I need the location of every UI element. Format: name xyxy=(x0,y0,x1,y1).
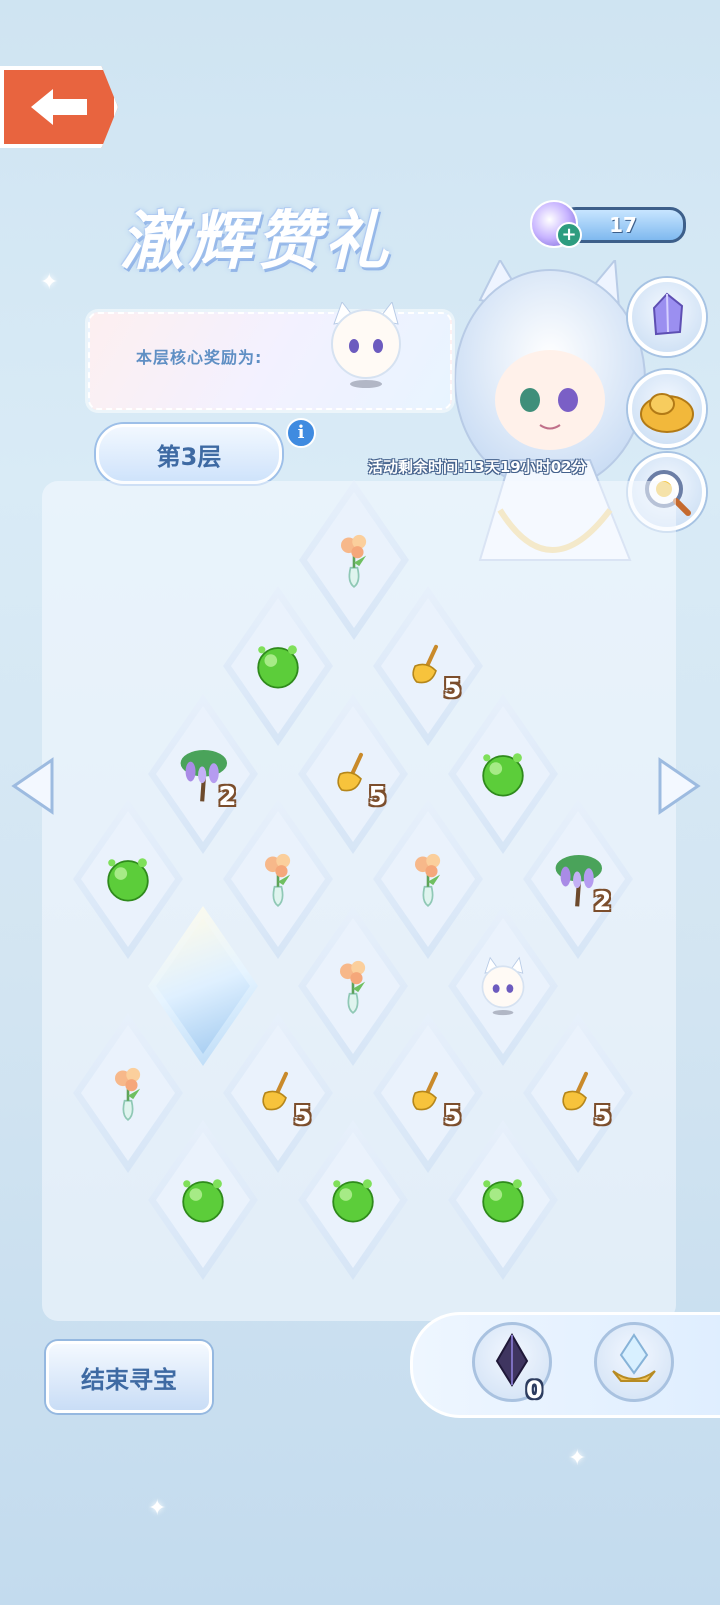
sparkle-decoration: ✦ xyxy=(148,1496,167,1521)
green-orb-icon xyxy=(248,636,308,696)
add-currency-icon[interactable]: + xyxy=(556,222,582,248)
cat-spirit-icon xyxy=(473,956,533,1016)
event-timer: 活动剩余时间:13天19小时02分 xyxy=(368,458,587,476)
crystal-shop-button[interactable] xyxy=(628,278,706,356)
flower-vase-icon xyxy=(248,849,308,909)
green-orb-icon xyxy=(323,1170,383,1230)
cat-spirit-reward-icon xyxy=(331,302,401,388)
tile-item-count: 5 xyxy=(593,1101,612,1131)
back-button[interactable] xyxy=(0,66,118,148)
sparkle-decoration: ✦ xyxy=(40,270,59,295)
prev-arrow-icon[interactable] xyxy=(10,756,56,816)
next-arrow-icon[interactable] xyxy=(656,756,702,816)
green-orb-icon xyxy=(173,1170,233,1230)
purple-crystal-icon xyxy=(652,292,684,336)
info-icon[interactable]: i xyxy=(286,418,316,448)
flower-vase-icon xyxy=(324,530,384,590)
tile-item-count: 2 xyxy=(593,887,612,917)
flower-vase-icon xyxy=(98,1063,158,1123)
floor-indicator[interactable]: 第3层 xyxy=(96,424,282,484)
end-treasure-hunt-button[interactable]: 结束寻宝 xyxy=(46,1341,212,1413)
flower-vase-icon xyxy=(398,849,458,909)
sparkle-decoration: ✦ xyxy=(568,1446,587,1471)
core-reward-label: 本层核心奖励为: xyxy=(136,348,263,367)
treasure-board: 5252555 xyxy=(42,480,676,1321)
green-orb-icon xyxy=(473,744,533,804)
event-title: 澈辉赞礼 xyxy=(120,204,392,279)
currency-counter[interactable]: 17 + xyxy=(530,200,686,248)
green-orb-icon xyxy=(473,1170,533,1230)
board-tile[interactable] xyxy=(448,1120,558,1280)
treasure-button[interactable] xyxy=(628,370,706,448)
flower-vase-icon xyxy=(323,956,383,1016)
gold-treasure-icon xyxy=(640,393,694,433)
board-tile[interactable] xyxy=(148,1120,258,1280)
light-crystal-icon xyxy=(612,1333,656,1382)
board-tile[interactable] xyxy=(298,1120,408,1280)
green-orb-icon xyxy=(98,849,158,909)
core-reward-panel: 本层核心奖励为: xyxy=(88,302,452,410)
dark-crystal-count: 0 xyxy=(526,1376,543,1404)
light-crystal-slot[interactable] xyxy=(594,1322,674,1402)
back-arrow-icon xyxy=(31,89,87,125)
